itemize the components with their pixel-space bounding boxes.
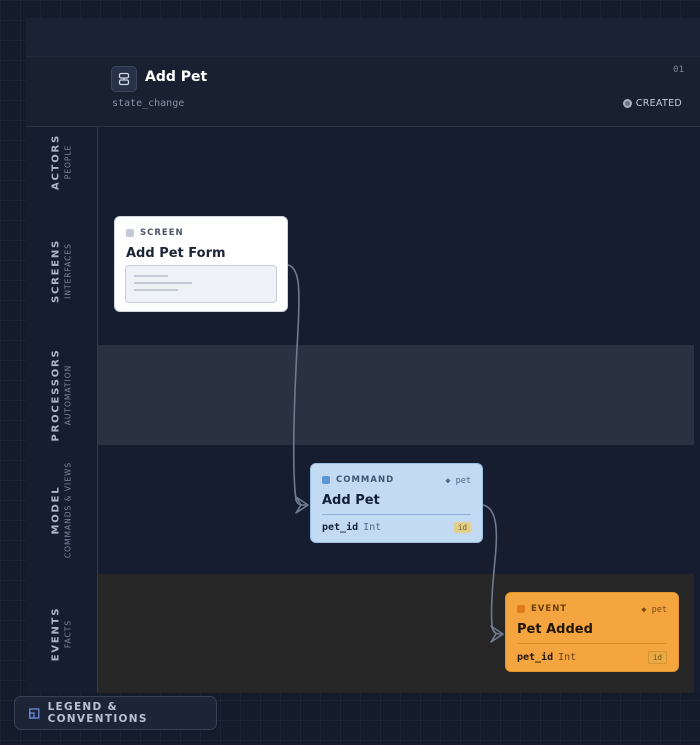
command-card-context: ◆ pet [445, 476, 471, 486]
command-kind-label: COMMAND [336, 475, 395, 485]
screen-card-title: Add Pet Form [126, 246, 226, 261]
legend-conventions-button[interactable]: LEGEND & CONVENTIONS [14, 696, 217, 730]
event-kind-icon [517, 605, 525, 613]
screen-card[interactable]: SCREEN Add Pet Form [114, 216, 288, 312]
event-card-title: Pet Added [517, 622, 593, 637]
command-kind-icon [322, 476, 330, 484]
wireframe-line [134, 289, 178, 291]
command-field-row: pet_id Int id [322, 522, 471, 533]
flow-command-to-event [482, 504, 503, 635]
event-card-context: ◆ pet [641, 605, 667, 615]
event-card-divider [517, 643, 667, 644]
command-card-kind: COMMAND [322, 475, 394, 485]
screen-kind-icon [126, 229, 134, 237]
legend-label: LEGEND & CONVENTIONS [47, 701, 148, 725]
screen-wireframe-preview [125, 265, 277, 303]
wireframe-line [134, 282, 192, 284]
screen-card-kind: SCREEN [126, 228, 184, 238]
command-field-type: Int [363, 522, 382, 533]
command-field-id-badge: id [453, 522, 471, 533]
event-field-id-badge: id [647, 651, 667, 664]
wireframe-line [134, 275, 168, 277]
event-field-row: pet_id Int id [517, 651, 667, 664]
command-card-title: Add Pet [322, 493, 380, 508]
flow-screen-to-command [287, 264, 307, 506]
screen-kind-label: SCREEN [140, 228, 184, 238]
command-card[interactable]: COMMAND ◆ pet Add Pet pet_id Int id [310, 463, 483, 543]
command-field-name: pet_id [322, 522, 359, 533]
event-kind-label: EVENT [531, 604, 568, 614]
event-card-kind: EVENT [517, 604, 567, 614]
legend-book-icon [29, 707, 40, 719]
event-card[interactable]: EVENT ◆ pet Pet Added pet_id Int id [505, 592, 679, 672]
event-field-type: Int [558, 652, 577, 663]
command-card-divider [322, 514, 471, 515]
event-field-name: pet_id [517, 652, 554, 663]
